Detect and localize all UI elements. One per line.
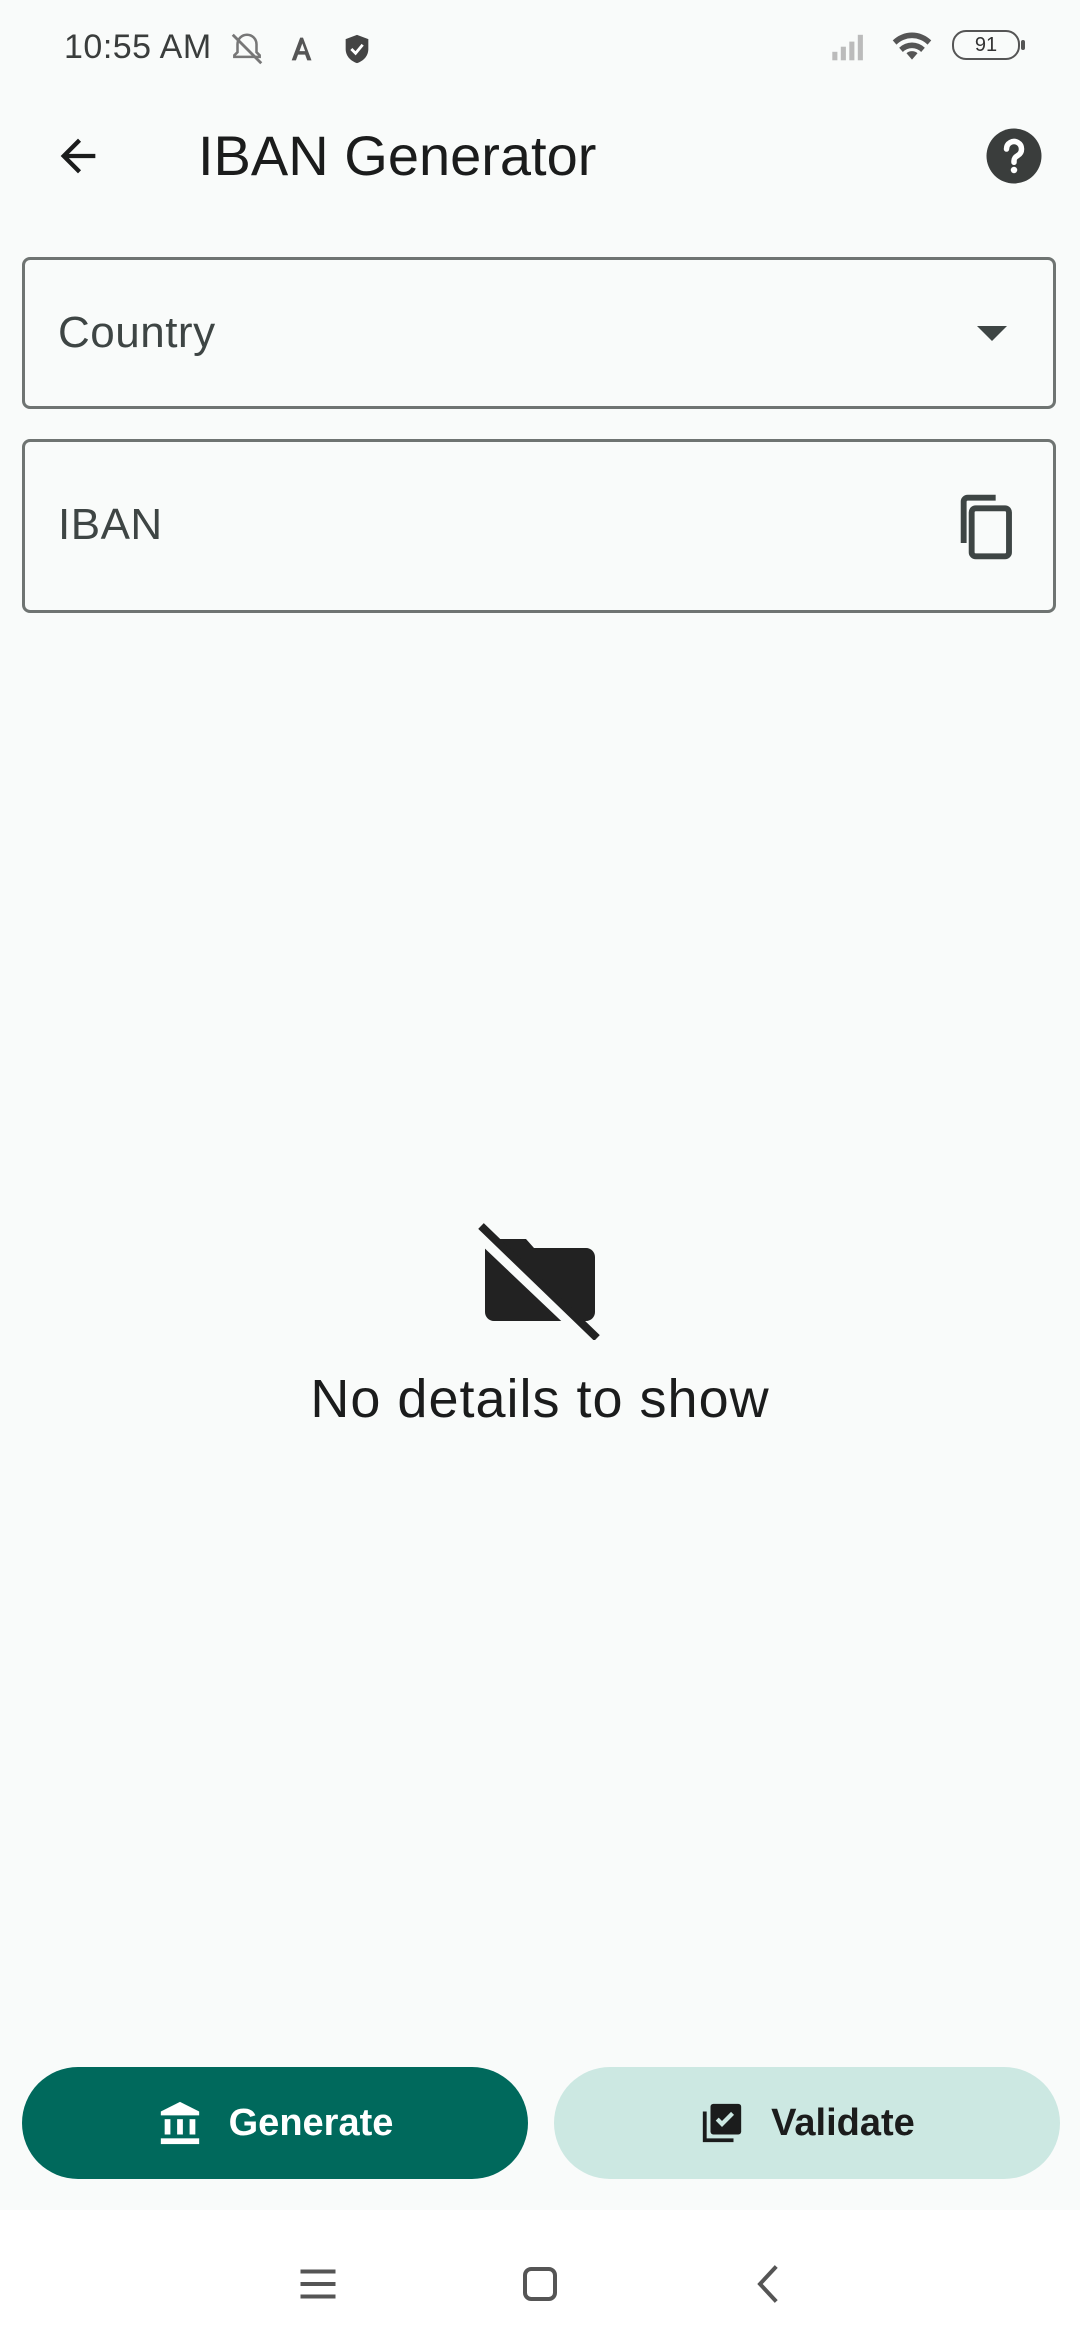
copy-icon: [960, 494, 1012, 560]
status-bar: 10:55 AM 91: [0, 0, 1080, 100]
copy-button[interactable]: [953, 492, 1017, 562]
generate-button[interactable]: Generate: [22, 2067, 528, 2179]
country-label: Country: [58, 308, 216, 357]
signal-icon: [832, 34, 863, 61]
folder-off-icon: [475, 1223, 601, 1340]
battery-icon: 91: [952, 30, 1025, 60]
validate-label: Validate: [771, 2101, 915, 2144]
country-dropdown[interactable]: Country: [22, 257, 1056, 409]
shield-check-icon: [345, 34, 369, 64]
dropdown-arrow-icon: [977, 326, 1007, 341]
a-translate-icon: [291, 37, 312, 61]
status-time: 10:55 AM: [64, 28, 212, 66]
nav-menu-button[interactable]: [288, 2254, 348, 2314]
arrow-left-icon: [60, 138, 96, 174]
library-add-check-icon: [703, 2103, 742, 2143]
mute-bell-icon: [231, 33, 263, 65]
iban-field[interactable]: IBAN: [22, 439, 1056, 613]
nav-home-button[interactable]: [510, 2254, 570, 2314]
back-icon: [757, 2265, 778, 2303]
battery-level: 91: [974, 33, 998, 56]
status-icons-left: [228, 30, 374, 68]
app-bar: IBAN Generator: [0, 100, 1080, 212]
status-icons-right: 91: [830, 28, 1025, 62]
page-title: IBAN Generator: [198, 124, 597, 187]
menu-icon: [300, 2269, 336, 2299]
home-icon: [523, 2267, 557, 2301]
empty-state: No details to show: [0, 1220, 1080, 1430]
validate-button[interactable]: Validate: [554, 2067, 1060, 2179]
iban-label: IBAN: [58, 500, 163, 549]
nav-back-button[interactable]: [740, 2254, 800, 2314]
bank-icon: [160, 2101, 199, 2145]
system-nav-bar: [0, 2210, 1080, 2340]
generate-label: Generate: [228, 2101, 394, 2144]
empty-state-message: No details to show: [310, 1369, 770, 1429]
wifi-icon: [892, 32, 932, 60]
help-circle-icon: [986, 128, 1042, 184]
help-button[interactable]: [984, 126, 1044, 186]
back-button[interactable]: [44, 122, 112, 190]
